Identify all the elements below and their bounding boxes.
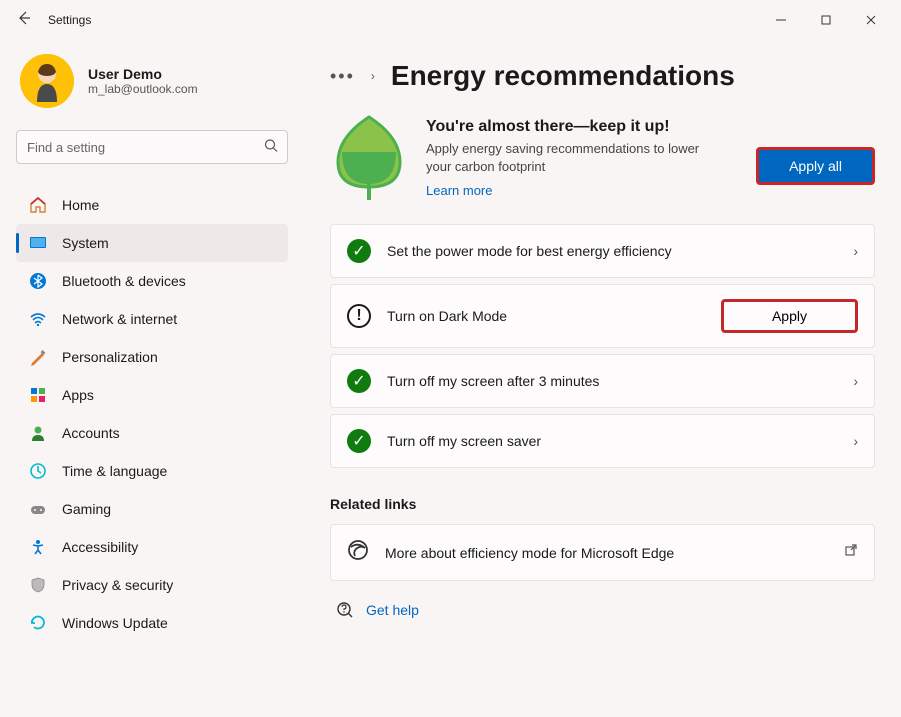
- system-icon: [28, 234, 48, 252]
- sidebar-item-apps[interactable]: Apps: [16, 376, 288, 414]
- status-ok-icon: ✓: [347, 369, 371, 393]
- sidebar-item-label: Time & language: [62, 463, 167, 479]
- recommendation-card[interactable]: ✓ Set the power mode for best energy eff…: [330, 224, 875, 278]
- minimize-button[interactable]: [758, 5, 803, 35]
- chevron-right-icon: ›: [853, 243, 858, 259]
- status-ok-icon: ✓: [347, 429, 371, 453]
- sidebar-item-label: Windows Update: [62, 615, 168, 631]
- sidebar-item-system[interactable]: System: [16, 224, 288, 262]
- close-icon: [866, 15, 876, 25]
- accessibility-icon: [28, 538, 48, 556]
- related-link-card[interactable]: More about efficiency mode for Microsoft…: [330, 524, 875, 581]
- sidebar-item-bluetooth[interactable]: Bluetooth & devices: [16, 262, 288, 300]
- main-content: ••• › Energy recommendations You're almo…: [300, 40, 901, 717]
- get-help-row[interactable]: Get help: [330, 601, 875, 619]
- sidebar-item-label: System: [62, 235, 109, 251]
- breadcrumb-more-icon[interactable]: •••: [330, 66, 355, 87]
- sidebar-item-time-language[interactable]: Time & language: [16, 452, 288, 490]
- avatar-image-icon: [20, 54, 74, 108]
- status-warn-icon: !: [347, 304, 371, 328]
- sidebar-item-label: Accounts: [62, 425, 120, 441]
- maximize-icon: [821, 15, 831, 25]
- sidebar-item-label: Apps: [62, 387, 94, 403]
- apply-all-button[interactable]: Apply all: [756, 147, 875, 185]
- hero: You're almost there—keep it up! Apply en…: [330, 112, 875, 202]
- edge-icon: [347, 539, 369, 566]
- nav-list: Home System Bluetooth & devices Network …: [16, 186, 288, 642]
- recommendation-label: Turn off my screen saver: [387, 433, 837, 449]
- user-name: User Demo: [88, 66, 198, 82]
- sidebar-item-home[interactable]: Home: [16, 186, 288, 224]
- sidebar-item-network[interactable]: Network & internet: [16, 300, 288, 338]
- avatar: [20, 54, 74, 108]
- minimize-icon: [776, 15, 786, 25]
- chevron-right-icon: ›: [853, 373, 858, 389]
- sidebar-item-label: Privacy & security: [62, 577, 173, 593]
- sidebar-item-label: Personalization: [62, 349, 158, 365]
- related-links-heading: Related links: [330, 496, 875, 512]
- recommendation-card[interactable]: ✓ Turn off my screen saver ›: [330, 414, 875, 468]
- privacy-icon: [28, 576, 48, 594]
- titlebar: Settings: [0, 0, 901, 40]
- recommendation-card[interactable]: ! Turn on Dark Mode Apply: [330, 284, 875, 348]
- user-profile[interactable]: User Demo m_lab@outlook.com: [16, 54, 288, 108]
- hero-body: Apply energy saving recommendations to l…: [426, 140, 706, 176]
- hero-title: You're almost there—keep it up!: [426, 118, 738, 136]
- get-help-link[interactable]: Get help: [366, 602, 419, 618]
- open-external-icon: [844, 543, 858, 562]
- sidebar-item-privacy[interactable]: Privacy & security: [16, 566, 288, 604]
- accounts-icon: [28, 424, 48, 442]
- gaming-icon: [28, 500, 48, 518]
- sidebar-item-label: Network & internet: [62, 311, 177, 327]
- sidebar-item-label: Home: [62, 197, 99, 213]
- recommendation-card[interactable]: ✓ Turn off my screen after 3 minutes ›: [330, 354, 875, 408]
- time-language-icon: [28, 462, 48, 480]
- back-button[interactable]: [8, 10, 40, 31]
- sidebar-item-accessibility[interactable]: Accessibility: [16, 528, 288, 566]
- chevron-right-icon: ›: [371, 69, 375, 83]
- sidebar-item-windows-update[interactable]: Windows Update: [16, 604, 288, 642]
- user-email: m_lab@outlook.com: [88, 82, 198, 96]
- page-title: Energy recommendations: [391, 60, 735, 92]
- sidebar-item-accounts[interactable]: Accounts: [16, 414, 288, 452]
- recommendation-label: Turn on Dark Mode: [387, 308, 705, 324]
- breadcrumb: ••• › Energy recommendations: [330, 60, 875, 92]
- windows-update-icon: [28, 614, 48, 632]
- related-link-label: More about efficiency mode for Microsoft…: [385, 545, 828, 561]
- recommendation-list: ✓ Set the power mode for best energy eff…: [330, 224, 875, 468]
- learn-more-link[interactable]: Learn more: [426, 183, 492, 198]
- sidebar-item-gaming[interactable]: Gaming: [16, 490, 288, 528]
- leaf-icon: [330, 112, 408, 202]
- sidebar-item-label: Accessibility: [62, 539, 138, 555]
- sidebar-item-personalization[interactable]: Personalization: [16, 338, 288, 376]
- close-button[interactable]: [848, 5, 893, 35]
- recommendation-label: Turn off my screen after 3 minutes: [387, 373, 837, 389]
- sidebar-item-label: Bluetooth & devices: [62, 273, 186, 289]
- help-icon: [336, 601, 354, 619]
- window-title: Settings: [48, 13, 91, 27]
- chevron-right-icon: ›: [853, 433, 858, 449]
- status-ok-icon: ✓: [347, 239, 371, 263]
- apps-icon: [28, 386, 48, 404]
- sidebar-item-label: Gaming: [62, 501, 111, 517]
- network-icon: [28, 310, 48, 328]
- personalization-icon: [28, 348, 48, 366]
- home-icon: [28, 196, 48, 214]
- sidebar: User Demo m_lab@outlook.com Home System …: [0, 40, 300, 717]
- apply-button[interactable]: Apply: [721, 299, 858, 333]
- recommendation-label: Set the power mode for best energy effic…: [387, 243, 837, 259]
- maximize-button[interactable]: [803, 5, 848, 35]
- bluetooth-icon: [28, 272, 48, 290]
- arrow-left-icon: [16, 10, 32, 26]
- search-input[interactable]: [16, 130, 288, 164]
- search-box: [16, 130, 288, 164]
